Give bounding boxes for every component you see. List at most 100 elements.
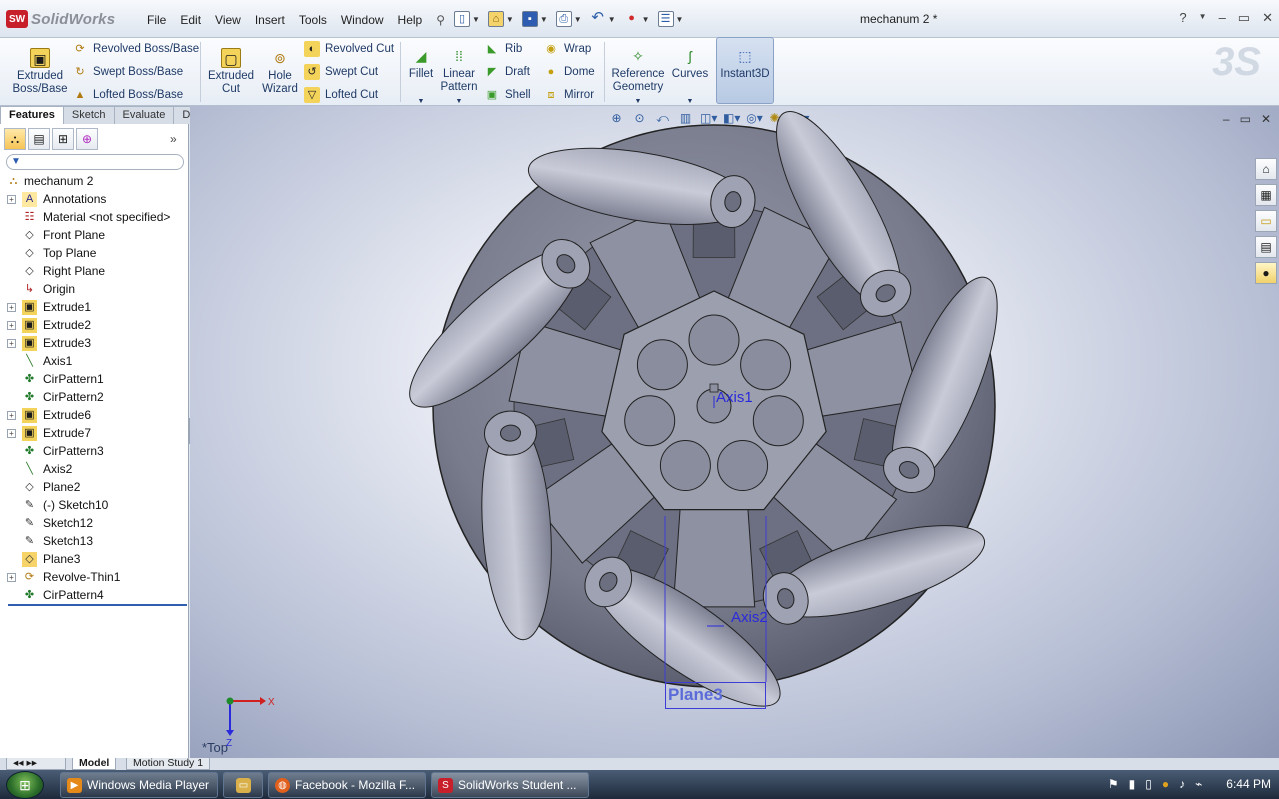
plane3-label[interactable]: Plane3 xyxy=(665,682,766,709)
action-center-flag-icon[interactable]: ⚑ xyxy=(1108,777,1119,791)
feature-manager-tab-icon[interactable]: ⛬ xyxy=(4,128,26,150)
app-tray-icon[interactable]: ● xyxy=(1162,777,1169,791)
restore-button[interactable]: ▭ xyxy=(1238,10,1250,26)
mechanum-wheel-model[interactable] xyxy=(190,106,1279,758)
tab-motion-study-1[interactable]: Motion Study 1 xyxy=(126,758,211,770)
taskbar-windows-media-player[interactable]: ▶ Windows Media Player xyxy=(60,772,218,798)
reference-geometry-button[interactable]: ✧ Reference Geometry ▼ xyxy=(610,42,666,108)
open-button[interactable]: ⌂ ▼ xyxy=(486,8,516,30)
usb-icon[interactable]: ⌁ xyxy=(1195,777,1202,791)
tree-item[interactable]: + ▣ Extrude3 xyxy=(0,334,189,352)
menu-edit[interactable]: Edit xyxy=(173,11,208,29)
help-dropdown-icon[interactable]: ▼ xyxy=(1199,10,1207,26)
tree-item[interactable]: ✤ CirPattern4 xyxy=(0,586,189,604)
help-icon[interactable]: ? xyxy=(1179,10,1186,26)
tree-item[interactable]: ╲ Axis1 xyxy=(0,352,189,370)
start-button[interactable]: ⊞ xyxy=(6,771,44,799)
tree-item[interactable]: + ▣ Extrude1 xyxy=(0,298,189,316)
tree-item[interactable]: ✤ CirPattern2 xyxy=(0,388,189,406)
axis2-label[interactable]: Axis2 xyxy=(731,609,768,626)
axis1-label[interactable]: Axis1 xyxy=(716,389,753,406)
more-tabs-icon[interactable]: » xyxy=(170,132,177,146)
tree-item[interactable]: ✤ CirPattern1 xyxy=(0,370,189,388)
taskbar-explorer[interactable]: ▭ xyxy=(223,772,263,798)
draft-button[interactable]: ◤ Draft xyxy=(484,64,530,80)
tree-item[interactable]: ✎ (-) Sketch10 xyxy=(0,496,189,514)
tree-item[interactable]: ✤ CirPattern3 xyxy=(0,442,189,460)
rebuild-button[interactable]: ● ▼ xyxy=(622,8,652,30)
volume-icon[interactable]: ♪ xyxy=(1179,777,1185,791)
dome-button[interactable]: ● Dome xyxy=(543,64,595,80)
menu-help[interactable]: Help xyxy=(391,11,430,29)
tree-item[interactable]: ✎ Sketch13 xyxy=(0,532,189,550)
solidworks-logo[interactable]: SW SolidWorks xyxy=(6,8,115,30)
tree-item[interactable]: + ▣ Extrude6 xyxy=(0,406,189,424)
tree-item[interactable]: ◇ Front Plane xyxy=(0,226,189,244)
property-manager-tab-icon[interactable]: ▤ xyxy=(28,128,50,150)
tab-model[interactable]: Model xyxy=(72,758,117,770)
configuration-manager-tab-icon[interactable]: ⊞ xyxy=(52,128,74,150)
tree-item[interactable]: ╲ Axis2 xyxy=(0,460,189,478)
rollback-bar[interactable] xyxy=(8,604,187,606)
tree-item[interactable]: + A Annotations xyxy=(0,190,189,208)
shell-button[interactable]: ▣ Shell xyxy=(484,87,531,103)
system-clock[interactable]: 6:44 PM xyxy=(1226,777,1271,791)
taskbar-firefox-facebook[interactable]: ◍ Facebook - Mozilla F... xyxy=(268,772,426,798)
tree-item[interactable]: ↳ Origin xyxy=(0,280,189,298)
solidworks-resources-icon[interactable]: ⌂ xyxy=(1255,158,1277,180)
feature-filter-input[interactable]: ▼ xyxy=(6,154,184,170)
print-button[interactable]: ⎙ ▼ xyxy=(554,8,584,30)
tree-item[interactable]: ◇ Plane2 xyxy=(0,478,189,496)
expand-toggle-icon[interactable]: + xyxy=(7,302,16,312)
expand-toggle-icon[interactable]: + xyxy=(7,194,16,204)
file-explorer-icon[interactable]: ▭ xyxy=(1255,210,1277,232)
tree-item[interactable]: ✎ Sketch12 xyxy=(0,514,189,532)
close-button[interactable]: ✕ xyxy=(1262,10,1273,26)
network-icon[interactable]: ▮ xyxy=(1129,777,1136,791)
revolved-cut-button[interactable]: ◐ Revolved Cut xyxy=(304,41,394,57)
fillet-button[interactable]: ◢ Fillet ▼ xyxy=(404,42,438,108)
extruded-cut-button[interactable]: ▢ Extruded Cut xyxy=(206,44,256,96)
menu-view[interactable]: View xyxy=(208,11,248,29)
minimize-button[interactable]: – xyxy=(1219,10,1226,26)
view-palette-icon[interactable]: ▤ xyxy=(1255,236,1277,258)
design-library-icon[interactable]: ▦ xyxy=(1255,184,1277,206)
tree-item[interactable]: ◇ Right Plane xyxy=(0,262,189,280)
tree-item[interactable]: ◇ Top Plane xyxy=(0,244,189,262)
wrap-button[interactable]: ◉ Wrap xyxy=(543,41,591,57)
swept-cut-button[interactable]: ↺ Swept Cut xyxy=(304,64,378,80)
new-button[interactable]: ▯ ▼ xyxy=(452,8,482,30)
expand-toggle-icon[interactable]: + xyxy=(7,572,16,582)
save-button[interactable]: ▪ ▼ xyxy=(520,8,550,30)
dimxpert-manager-tab-icon[interactable]: ⊕ xyxy=(76,128,98,150)
tree-item[interactable]: + ⟳ Revolve-Thin1 xyxy=(0,568,189,586)
tree-item[interactable]: + ▣ Extrude7 xyxy=(0,424,189,442)
instant3d-button[interactable]: ⬚ Instant3D xyxy=(716,37,774,104)
revolved-boss-button[interactable]: ⟳ Revolved Boss/Base xyxy=(72,41,199,57)
expand-toggle-icon[interactable]: + xyxy=(7,428,16,438)
tab-sketch[interactable]: Sketch xyxy=(62,106,115,124)
undo-button[interactable]: ↶ ▼ xyxy=(588,8,618,30)
menu-insert[interactable]: Insert xyxy=(248,11,292,29)
mirror-button[interactable]: ⧈ Mirror xyxy=(543,87,595,103)
device-icon[interactable]: ▯ xyxy=(1145,777,1152,791)
linear-pattern-button[interactable]: ⁞⁞ Linear Pattern ▼ xyxy=(440,42,478,108)
appearances-scenes-icon[interactable]: ● xyxy=(1255,262,1277,284)
menu-tools[interactable]: Tools xyxy=(292,11,334,29)
hole-wizard-button[interactable]: ⊚ Hole Wizard xyxy=(258,44,302,96)
expand-toggle-icon[interactable]: + xyxy=(7,338,16,348)
menu-file[interactable]: File xyxy=(140,11,173,29)
tree-item[interactable]: ◇ Plane3 xyxy=(0,550,189,568)
tree-item[interactable]: ☷ Material <not specified> xyxy=(0,208,189,226)
tab-features[interactable]: Features xyxy=(0,106,64,124)
lofted-boss-button[interactable]: ▲ Lofted Boss/Base xyxy=(72,87,184,103)
tab-scroll-arrows[interactable]: ◂◂ ▸▸ xyxy=(6,758,66,770)
expand-toggle-icon[interactable]: + xyxy=(7,320,16,330)
rib-button[interactable]: ◣ Rib xyxy=(484,41,523,57)
expand-toggle-icon[interactable]: + xyxy=(7,410,16,420)
curves-button[interactable]: ʃ Curves ▼ xyxy=(670,42,710,108)
lofted-cut-button[interactable]: ▽ Lofted Cut xyxy=(304,87,378,103)
tree-item[interactable]: + ▣ Extrude2 xyxy=(0,316,189,334)
tab-evaluate[interactable]: Evaluate xyxy=(113,106,175,124)
swept-boss-button[interactable]: ↻ Swept Boss/Base xyxy=(72,64,183,80)
